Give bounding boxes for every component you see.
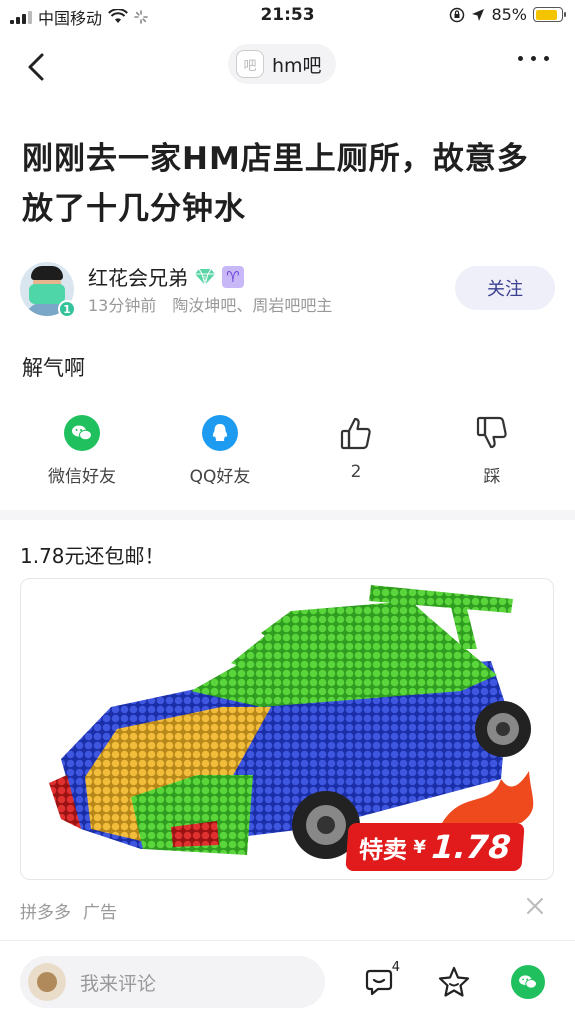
ad-source-name: 拼多多 xyxy=(20,903,71,923)
my-avatar xyxy=(28,963,66,1001)
price-currency: ¥ xyxy=(412,836,427,858)
star-icon xyxy=(438,966,470,997)
post-title: 刚刚去一家HM店里上厕所，故意多放了十几分钟水 xyxy=(22,141,529,227)
forum-logo: 吧 xyxy=(236,50,264,78)
top-nav: 吧 hm吧 xyxy=(0,38,575,94)
wechat-share-icon xyxy=(511,965,545,999)
favorite-button[interactable] xyxy=(434,962,474,1002)
share-actions: 微信好友 QQ好友 2 踩 xyxy=(0,414,575,494)
follow-button[interactable]: 关注 xyxy=(455,266,555,310)
wechat-icon xyxy=(64,415,100,451)
comments-button[interactable]: 4 xyxy=(360,960,400,1002)
battery-percent: 85% xyxy=(491,5,527,24)
share-wechat-button[interactable]: 微信好友 xyxy=(22,414,142,487)
share-qq-button[interactable]: QQ好友 xyxy=(160,414,280,487)
like-button[interactable]: 2 xyxy=(296,414,416,482)
forum-pill[interactable]: 吧 hm吧 xyxy=(228,44,336,84)
ad-image[interactable]: 特卖 ¥ 1.78 xyxy=(20,578,554,880)
svg-text:1: 1 xyxy=(203,275,207,283)
author-roles: 陶汝坤吧、周岩吧吧主 xyxy=(172,296,333,315)
comment-input[interactable]: 我来评论 xyxy=(20,956,325,1008)
post-meta: 13分钟前 陶汝坤吧、周岩吧吧主 xyxy=(88,292,332,316)
qq-label: QQ好友 xyxy=(189,467,251,487)
author-row: 1 红花会兄弟 1 ♈ 13分钟前 陶汝坤吧、周岩吧吧主 关注 xyxy=(20,262,555,322)
status-right: 85% xyxy=(449,5,566,24)
post-content: 解气啊 xyxy=(22,356,85,380)
section-divider xyxy=(0,510,575,520)
forum-name: hm吧 xyxy=(272,54,322,77)
location-icon xyxy=(472,8,485,21)
thumbs-down-icon xyxy=(476,416,507,449)
close-icon[interactable] xyxy=(525,896,545,916)
qq-icon xyxy=(202,415,238,451)
price-tag-text: 特卖 xyxy=(358,835,409,864)
dislike-button[interactable]: 踩 xyxy=(432,414,552,487)
level-badge: 1 xyxy=(58,300,76,318)
wechat-label: 微信好友 xyxy=(48,467,116,487)
ad-source: 拼多多 广告 xyxy=(20,898,117,923)
author-name-row: 红花会兄弟 1 ♈ xyxy=(88,262,244,291)
aries-icon: ♈ xyxy=(222,265,244,288)
ad-title[interactable]: 1.78元还包邮！ xyxy=(20,540,165,569)
dislike-label: 踩 xyxy=(483,467,501,487)
comment-count: 4 xyxy=(391,960,400,975)
bottom-bar: 我来评论 4 xyxy=(0,950,575,1024)
back-arrow-icon[interactable] xyxy=(24,52,50,82)
price-value: 1.78 xyxy=(430,828,513,866)
rotation-lock-icon xyxy=(450,7,465,22)
author-name[interactable]: 红花会兄弟 xyxy=(88,262,188,291)
thumbs-up-icon xyxy=(340,417,371,450)
price-tag: 特卖 ¥ 1.78 xyxy=(345,823,525,871)
ad-label: 广告 xyxy=(83,903,117,923)
like-count: 2 xyxy=(350,462,362,482)
status-bar: 中国移动 21:53 85% xyxy=(0,0,575,34)
battery-icon xyxy=(533,7,566,22)
more-icon[interactable] xyxy=(518,56,549,61)
post-time: 13分钟前 xyxy=(88,296,157,315)
diamond-icon: 1 xyxy=(195,268,215,286)
bottom-divider xyxy=(0,940,575,941)
share-button[interactable] xyxy=(508,962,548,1002)
comment-placeholder: 我来评论 xyxy=(80,972,157,995)
